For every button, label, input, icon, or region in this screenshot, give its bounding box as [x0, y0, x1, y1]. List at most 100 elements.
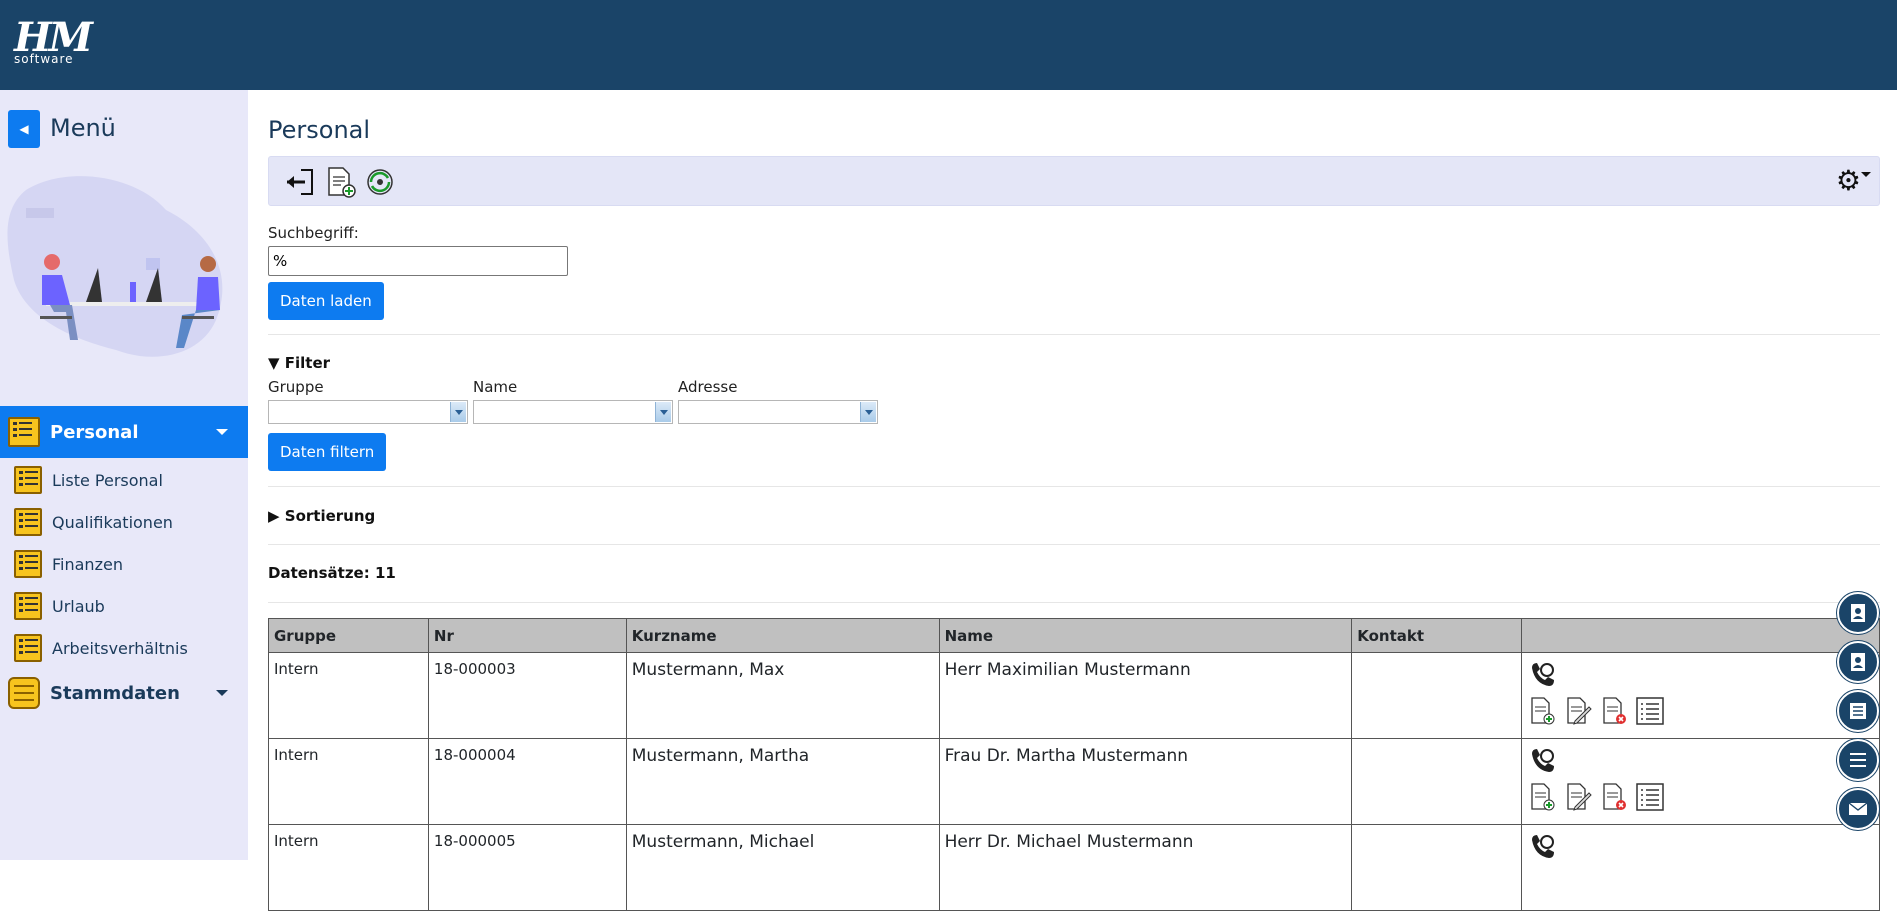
cell-kurzname: Mustermann, Martha: [625, 738, 940, 825]
mail-icon: [1848, 802, 1868, 815]
add-document-icon[interactable]: [1527, 782, 1557, 812]
list-icon: [1850, 703, 1866, 719]
list-icon: [14, 634, 42, 662]
search-label: Suchbegriff:: [268, 224, 359, 242]
divider: [268, 486, 1880, 487]
sidebar-item-label: Personal: [50, 421, 139, 443]
chevron-down-icon: [216, 429, 228, 435]
database-icon: [8, 677, 40, 709]
cell-nr: 18-000005: [427, 824, 627, 911]
sidebar-item-stammdaten[interactable]: Stammdaten: [0, 670, 248, 716]
filter-gruppe-select[interactable]: [268, 400, 468, 424]
new-document-icon[interactable]: [323, 165, 357, 199]
delete-document-icon[interactable]: [1599, 696, 1629, 726]
cell-kontakt: [1351, 652, 1523, 739]
cell-gruppe: Intern: [268, 652, 429, 739]
column-header-kontakt[interactable]: Kontakt: [1351, 618, 1523, 653]
details-list-icon[interactable]: [1635, 782, 1665, 812]
delete-document-icon[interactable]: [1599, 782, 1629, 812]
sort-toggle[interactable]: ▶ Sortierung: [268, 507, 375, 525]
sidebar-item-personal[interactable]: Personal: [0, 406, 248, 458]
page-title: Personal: [268, 116, 371, 144]
filter-toggle[interactable]: ▼ Filter: [268, 354, 330, 372]
refresh-icon[interactable]: [363, 165, 397, 199]
cell-name: Frau Dr. Martha Mustermann: [938, 738, 1353, 825]
hamburger-menu-icon: [1850, 753, 1866, 767]
table-row[interactable]: Intern 18-000003 Mustermann, Max Herr Ma…: [268, 652, 1880, 739]
chevron-down-icon[interactable]: [1861, 172, 1871, 177]
list-icon: [8, 417, 40, 447]
filter-name-select[interactable]: [473, 400, 673, 424]
cell-gruppe: Intern: [268, 824, 429, 911]
list-icon: [14, 592, 42, 620]
sidebar-item-label: Arbeitsverhältnis: [52, 638, 188, 658]
sidebar-item-label: Liste Personal: [52, 470, 163, 490]
toolbar: ⚙: [268, 156, 1880, 206]
chevron-down-icon[interactable]: [450, 402, 466, 422]
table-header-row: Gruppe Nr Kurzname Name Kontakt: [268, 618, 1880, 653]
list-icon: [14, 550, 42, 578]
search-input[interactable]: [268, 246, 568, 276]
cell-name: Herr Maximilian Mustermann: [938, 652, 1353, 739]
contact-phone-icon[interactable]: [1527, 660, 1557, 690]
row-action-group: [1527, 696, 1874, 726]
cell-kontakt: [1351, 738, 1523, 825]
divider: [268, 602, 1880, 603]
edit-document-icon[interactable]: [1563, 696, 1593, 726]
divider: [268, 544, 1880, 545]
hamburger-menu-button[interactable]: [1837, 739, 1879, 781]
cell-name: Herr Dr. Michael Mustermann: [938, 824, 1353, 911]
details-list-icon[interactable]: [1635, 696, 1665, 726]
logo: HM software: [14, 18, 93, 67]
mail-button[interactable]: [1837, 788, 1879, 830]
filter-label-name: Name: [473, 378, 518, 396]
contact-card-button[interactable]: [1837, 641, 1879, 683]
edit-document-icon[interactable]: [1563, 782, 1593, 812]
sidebar-item-urlaub[interactable]: Urlaub: [0, 588, 248, 624]
table-row[interactable]: Intern 18-000004 Mustermann, Martha Frau…: [268, 738, 1880, 825]
contact-phone-icon[interactable]: [1527, 746, 1557, 776]
cell-kontakt: [1351, 824, 1523, 911]
add-document-icon[interactable]: [1527, 696, 1557, 726]
chevron-down-icon[interactable]: [655, 402, 671, 422]
divider: [268, 334, 1880, 335]
list-button[interactable]: [1837, 690, 1879, 732]
load-data-button[interactable]: Daten laden: [268, 282, 384, 320]
contact-card-icon: [1851, 653, 1865, 671]
filter-label-adresse: Adresse: [678, 378, 738, 396]
table-row[interactable]: Intern 18-000005 Mustermann, Michael Her…: [268, 824, 1880, 911]
gear-icon[interactable]: ⚙: [1836, 167, 1861, 195]
column-header-nr[interactable]: Nr: [427, 618, 627, 653]
cell-actions: [1521, 738, 1880, 825]
filter-data-button[interactable]: Daten filtern: [268, 433, 387, 471]
sidebar-item-label: Finanzen: [52, 554, 123, 574]
personnel-table: Gruppe Nr Kurzname Name Kontakt Intern 1…: [268, 618, 1880, 911]
contact-phone-icon[interactable]: [1527, 832, 1557, 862]
sort-title: Sortierung: [284, 507, 376, 525]
filter-adresse-select[interactable]: [678, 400, 878, 424]
cell-actions: [1521, 824, 1880, 911]
row-action-group: [1527, 782, 1874, 812]
sidebar-item-qualifikationen[interactable]: Qualifikationen: [0, 504, 248, 540]
sidebar-item-finanzen[interactable]: Finanzen: [0, 546, 248, 582]
office-illustration: [7, 176, 223, 357]
sidebar-item-label: Stammdaten: [50, 682, 180, 704]
column-header-name[interactable]: Name: [938, 618, 1353, 653]
column-header-kurzname[interactable]: Kurzname: [625, 618, 940, 653]
contact-card-icon: [1851, 604, 1865, 622]
column-header-actions: [1521, 618, 1880, 653]
sidebar-item-liste-personal[interactable]: Liste Personal: [0, 462, 248, 498]
column-header-gruppe[interactable]: Gruppe: [268, 618, 429, 653]
back-arrow-icon[interactable]: [283, 165, 317, 199]
contact-card-button[interactable]: [1837, 592, 1879, 634]
cell-nr: 18-000004: [427, 738, 627, 825]
filter-title: Filter: [284, 354, 331, 372]
sidebar-item-label: Qualifikationen: [52, 512, 173, 532]
chevron-down-icon[interactable]: [860, 402, 876, 422]
list-icon: [14, 508, 42, 536]
sidebar-item-arbeitsverhaeltnis[interactable]: Arbeitsverhältnis: [0, 630, 248, 666]
sidebar-item-label: Urlaub: [52, 596, 105, 616]
menu-collapse-button[interactable]: ◀: [8, 110, 40, 148]
record-count: Datensätze: 11: [268, 564, 396, 582]
cell-kurzname: Mustermann, Max: [625, 652, 940, 739]
